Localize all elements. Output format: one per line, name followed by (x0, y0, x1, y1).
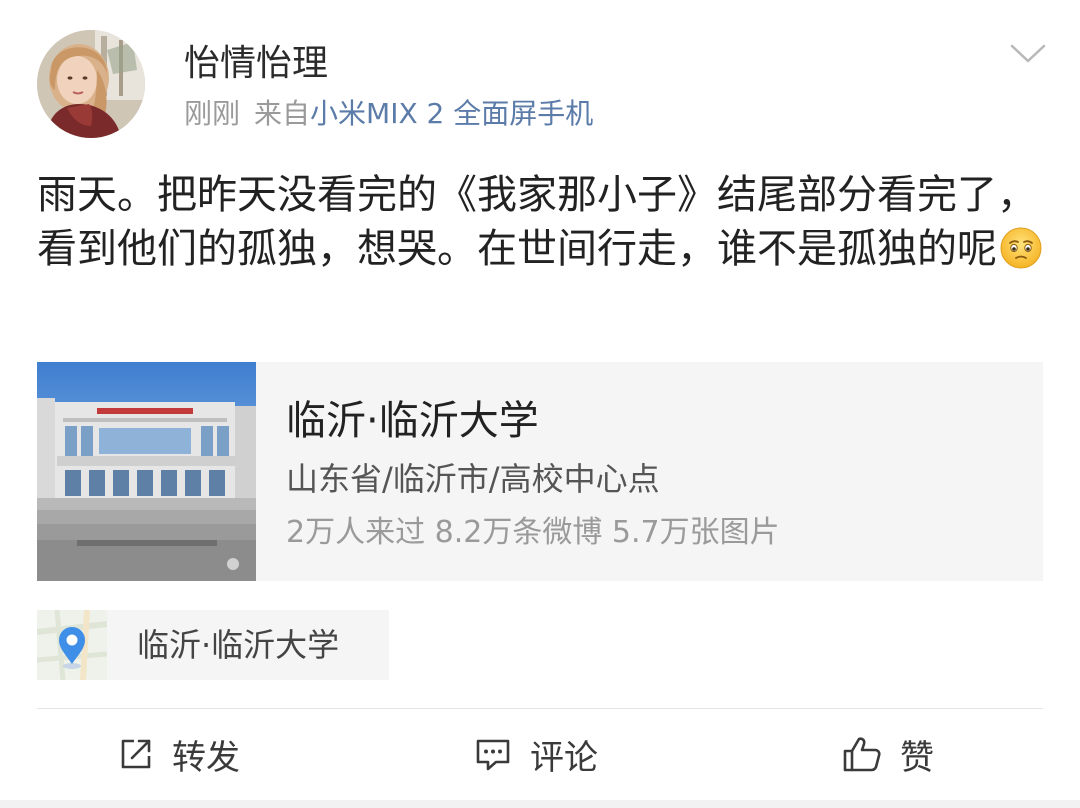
location-tag[interactable]: 临沂·临沂大学 (36, 609, 389, 681)
avatar[interactable] (37, 30, 145, 138)
location-tag-label: 临沂·临沂大学 (137, 626, 340, 664)
source-device-link[interactable]: 小米MIX 2 全面屏手机 (310, 97, 593, 130)
share-icon (121, 739, 151, 769)
post-body: 雨天。把昨天没看完的《我家那小子》结尾部分看完了，看到他们的孤独，想哭。在世间行… (37, 172, 1037, 272)
post-text: 雨天。把昨天没看完的《我家那小子》结尾部分看完了，看到他们的孤独，想哭。在世间行… (37, 168, 1047, 276)
like-button[interactable]: 赞 (842, 728, 934, 780)
map-pin-icon (36, 609, 108, 681)
comment-button[interactable]: 评论 (474, 728, 598, 780)
location-title: 临沂·临沂大学 (286, 398, 539, 444)
like-label: 赞 (900, 737, 934, 778)
comment-label: 评论 (530, 737, 598, 778)
repost-button[interactable]: 转发 (118, 728, 240, 780)
post-time: 刚刚 (184, 97, 241, 130)
location-region: 山东省/临沂市/高校中心点 (286, 460, 660, 498)
chevron-down-icon[interactable] (1008, 40, 1048, 68)
location-card[interactable]: 临沂·临沂大学 山东省/临沂市/高校中心点 2万人来过 8.2万条微博 5.7万… (37, 362, 1043, 581)
post-meta: 刚刚 来自小米MIX 2 全面屏手机 (184, 94, 593, 134)
username[interactable]: 怡情怡理 (184, 40, 328, 88)
repost-label: 转发 (172, 737, 240, 778)
divider (37, 708, 1043, 709)
location-photo (37, 362, 256, 581)
source-prefix: 来自 (254, 97, 311, 130)
thumbs-up-icon (843, 737, 881, 772)
bottom-separator (0, 800, 1080, 808)
comment-icon (476, 739, 510, 771)
sad-face-emoji-icon (999, 226, 1043, 270)
location-stats: 2万人来过 8.2万条微博 5.7万张图片 (286, 515, 780, 550)
